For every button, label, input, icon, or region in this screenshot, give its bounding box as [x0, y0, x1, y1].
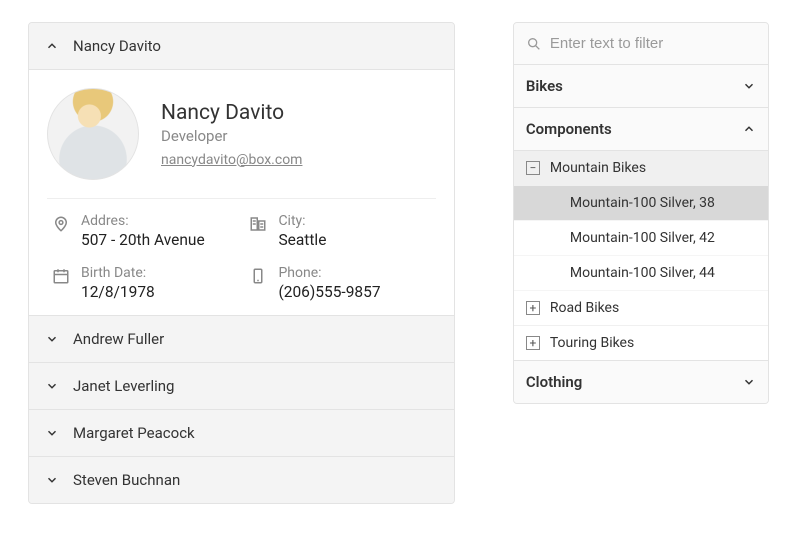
chevron-down-icon — [742, 375, 756, 389]
phone-label: Phone: — [278, 265, 435, 281]
collapse-icon[interactable]: − — [526, 161, 540, 175]
accordion-title: Steven Buchnan — [73, 471, 180, 489]
tree-category-bikes[interactable]: Bikes — [514, 65, 768, 108]
tree-node-touring-bikes[interactable]: + Touring Bikes — [514, 326, 768, 360]
node-label: Touring Bikes — [550, 335, 634, 351]
profile-info-grid: Addres: 507 - 20th Avenue City: Seattle … — [47, 213, 436, 301]
accordion-title: Andrew Fuller — [73, 330, 164, 348]
search-icon — [526, 36, 542, 52]
chevron-down-icon — [45, 426, 59, 440]
category-label: Components — [526, 120, 612, 138]
location-pin-icon — [47, 213, 75, 233]
tree-node-road-bikes[interactable]: + Road Bikes — [514, 291, 768, 326]
tree-category-clothing[interactable]: Clothing — [514, 360, 768, 403]
leaf-label: Mountain-100 Silver, 42 — [570, 230, 715, 246]
accordion-header-janet[interactable]: Janet Leverling — [29, 363, 454, 409]
expand-icon[interactable]: + — [526, 301, 540, 315]
address-value: 507 - 20th Avenue — [81, 231, 238, 249]
leaf-label: Mountain-100 Silver, 44 — [570, 265, 715, 281]
phone-icon — [244, 265, 272, 285]
accordion-header-nancy[interactable]: Nancy Davito — [29, 23, 454, 69]
birth-label: Birth Date: — [81, 265, 238, 281]
accordion-item: Steven Buchnan — [29, 457, 454, 503]
profile-header: Nancy Davito Developer nancydavito@box.c… — [47, 88, 436, 199]
filter-input[interactable] — [550, 35, 756, 52]
profile-name: Nancy Davito — [161, 101, 302, 125]
tree-leaf[interactable]: Mountain-100 Silver, 42 — [514, 221, 768, 256]
accordion-header-andrew[interactable]: Andrew Fuller — [29, 316, 454, 362]
tree-leaf[interactable]: Mountain-100 Silver, 44 — [514, 256, 768, 291]
tree-node-mountain-bikes[interactable]: − Mountain Bikes — [514, 151, 768, 186]
chevron-down-icon — [45, 332, 59, 346]
accordion-item: Margaret Peacock — [29, 410, 454, 457]
accordion-header-margaret[interactable]: Margaret Peacock — [29, 410, 454, 456]
building-icon — [244, 213, 272, 233]
leaf-label: Mountain-100 Silver, 38 — [570, 195, 715, 211]
address-block: Addres: 507 - 20th Avenue — [81, 213, 238, 249]
city-label: City: — [278, 213, 435, 229]
avatar — [47, 88, 139, 180]
accordion-item: Nancy Davito Nancy Davito Developer nanc… — [29, 23, 454, 316]
chevron-down-icon — [742, 79, 756, 93]
chevron-down-icon — [45, 379, 59, 393]
city-block: City: Seattle — [278, 213, 435, 249]
employee-accordion: Nancy Davito Nancy Davito Developer nanc… — [28, 22, 455, 504]
chevron-down-icon — [45, 473, 59, 487]
accordion-item: Andrew Fuller — [29, 316, 454, 363]
node-label: Road Bikes — [550, 300, 619, 316]
expand-icon[interactable]: + — [526, 336, 540, 350]
phone-value: (206)555-9857 — [278, 283, 435, 301]
birth-block: Birth Date: 12/8/1978 — [81, 265, 238, 301]
calendar-icon — [47, 265, 75, 285]
product-tree-panel: Bikes Components − Mountain Bikes Mounta… — [513, 22, 769, 404]
chevron-up-icon — [45, 39, 59, 53]
birth-value: 12/8/1978 — [81, 283, 238, 301]
chevron-up-icon — [742, 122, 756, 136]
profile-role: Developer — [161, 127, 302, 145]
tree-search — [514, 23, 768, 65]
category-label: Bikes — [526, 77, 563, 95]
accordion-item: Janet Leverling — [29, 363, 454, 410]
accordion-header-steven[interactable]: Steven Buchnan — [29, 457, 454, 503]
accordion-title: Janet Leverling — [73, 377, 174, 395]
tree-body-components: − Mountain Bikes Mountain-100 Silver, 38… — [514, 151, 768, 360]
node-label: Mountain Bikes — [550, 160, 646, 176]
accordion-title: Nancy Davito — [73, 37, 161, 55]
tree-category-components[interactable]: Components — [514, 108, 768, 151]
profile-email-link[interactable]: nancydavito@box.com — [161, 152, 302, 168]
phone-block: Phone: (206)555-9857 — [278, 265, 435, 301]
city-value: Seattle — [278, 231, 435, 249]
address-label: Addres: — [81, 213, 238, 229]
category-label: Clothing — [526, 373, 582, 391]
accordion-title: Margaret Peacock — [73, 424, 195, 442]
profile-meta: Nancy Davito Developer nancydavito@box.c… — [161, 101, 302, 168]
profile-panel: Nancy Davito Developer nancydavito@box.c… — [29, 69, 454, 315]
tree-leaf[interactable]: Mountain-100 Silver, 38 — [514, 186, 768, 221]
